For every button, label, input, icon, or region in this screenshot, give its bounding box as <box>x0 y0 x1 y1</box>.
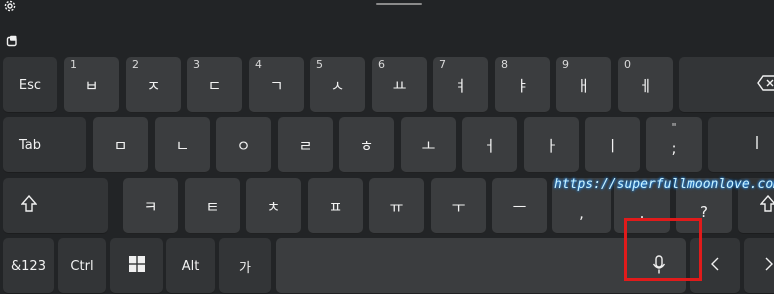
ctrl-key[interactable]: Ctrl <box>58 238 106 294</box>
key-number: 8 <box>501 58 508 71</box>
num-symbol-label: &123 <box>11 258 46 274</box>
key-char: ㅊ <box>266 197 281 216</box>
key-char: ㅗ <box>421 136 436 155</box>
key-char: ㅅ <box>330 76 345 95</box>
key-home-7[interactable]: ㅏ <box>524 117 579 173</box>
key-char: ㄷ <box>207 76 222 95</box>
key-char: ㅇ <box>236 136 251 155</box>
key-0[interactable]: 0ㅔ <box>618 57 673 113</box>
key-char: ㅁ <box>113 136 128 155</box>
key-5[interactable]: 5ㅅ <box>310 57 365 113</box>
key-char: ㅔ <box>638 76 653 95</box>
key-char: ㄱ <box>269 76 284 95</box>
key-char: ㅈ <box>146 76 161 95</box>
key-home-1[interactable]: ㄴ <box>155 117 210 173</box>
backspace-icon <box>757 75 774 95</box>
quote-symbol: " <box>671 121 677 134</box>
key-number: 1 <box>70 58 77 71</box>
keyboard-top-bar <box>0 0 774 52</box>
key-char: ㅌ <box>205 197 220 216</box>
windows-logo-icon <box>128 256 145 276</box>
key-number: 0 <box>624 58 631 71</box>
key-9[interactable]: 9ㅐ <box>556 57 611 113</box>
key-3[interactable]: 3ㄷ <box>187 57 242 113</box>
windows-key[interactable] <box>110 238 163 294</box>
tab-key-label: Tab <box>19 137 42 153</box>
key-number: 9 <box>562 58 569 71</box>
shift-arrow-icon <box>20 194 38 217</box>
key-char: ㅏ <box>544 136 559 155</box>
key-number: 4 <box>255 58 262 71</box>
key-char: ㅠ <box>389 197 404 216</box>
key-2[interactable]: 2ㅈ <box>126 57 181 113</box>
key-home-4[interactable]: ㅎ <box>339 117 394 173</box>
semicolon-key[interactable]: " ; <box>646 117 702 173</box>
enter-key[interactable] <box>708 117 774 173</box>
key-bottom-0[interactable]: ㅋ <box>123 178 178 234</box>
chevron-right-icon <box>764 257 774 275</box>
key-char: ㅍ <box>328 197 343 216</box>
key-8[interactable]: 8ㅑ <box>495 57 550 113</box>
key-home-8[interactable]: ㅣ <box>585 117 640 173</box>
clipboard-icon[interactable] <box>6 32 20 47</box>
language-key[interactable]: 가 <box>219 238 271 294</box>
key-char: ㄹ <box>298 136 313 155</box>
ctrl-key-label: Ctrl <box>70 258 94 274</box>
key-char: ㄴ <box>175 136 190 155</box>
key-char: ㅛ <box>392 76 407 95</box>
key-number: 7 <box>439 58 446 71</box>
gear-icon[interactable] <box>4 0 18 14</box>
key-number: 6 <box>378 58 385 71</box>
key-char: ㅋ <box>143 197 158 216</box>
watermark-url: https://superfullmoonlove.com/ <box>554 177 774 192</box>
esc-key-label: Esc <box>18 77 42 93</box>
key-char: ㅑ <box>515 76 530 95</box>
key-char: ㅂ <box>84 76 99 95</box>
chevron-left-icon <box>710 257 720 275</box>
comma-symbol: , <box>579 204 584 222</box>
key-bottom-5[interactable]: ㅜ <box>431 178 486 234</box>
num-symbol-key[interactable]: &123 <box>3 238 54 294</box>
key-home-3[interactable]: ㄹ <box>278 117 333 173</box>
key-number: 2 <box>132 58 139 71</box>
key-home-6[interactable]: ㅓ <box>462 117 517 173</box>
key-bottom-2[interactable]: ㅊ <box>246 178 301 234</box>
semicolon-symbol: ; <box>671 139 677 157</box>
alt-key-label: Alt <box>181 258 200 274</box>
key-char: ㅎ <box>359 136 374 155</box>
shift-key-left[interactable] <box>3 178 108 234</box>
key-1[interactable]: 1ㅂ <box>64 57 119 113</box>
key-6[interactable]: 6ㅛ <box>372 57 427 113</box>
key-number: 3 <box>193 58 200 71</box>
key-char: ㅓ <box>482 136 497 155</box>
drag-handle[interactable] <box>376 3 422 5</box>
tab-key[interactable]: Tab <box>3 117 86 173</box>
key-char: ㅐ <box>576 76 591 95</box>
key-bottom-4[interactable]: ㅠ <box>369 178 424 234</box>
key-7[interactable]: 7ㅕ <box>433 57 488 113</box>
key-bottom-1[interactable]: ㅌ <box>185 178 240 234</box>
shift-arrow-icon <box>759 194 774 217</box>
key-home-0[interactable]: ㅁ <box>93 117 148 173</box>
key-char: ㅡ <box>512 197 527 216</box>
backspace-key[interactable] <box>679 57 774 113</box>
enter-icon <box>756 135 770 155</box>
key-char: ㅜ <box>451 197 466 216</box>
esc-key[interactable]: Esc <box>3 57 57 113</box>
arrow-right-key[interactable] <box>744 238 774 294</box>
language-key-label: 가 <box>239 260 251 276</box>
key-char: ㅕ <box>453 76 468 95</box>
key-number: 5 <box>316 58 323 71</box>
key-char: ㅣ <box>605 136 620 155</box>
key-4[interactable]: 4ㄱ <box>249 57 304 113</box>
key-bottom-6[interactable]: ㅡ <box>492 178 547 234</box>
key-home-5[interactable]: ㅗ <box>401 117 456 173</box>
key-home-2[interactable]: ㅇ <box>216 117 271 173</box>
microphone-highlight-box <box>624 218 702 281</box>
alt-key[interactable]: Alt <box>166 238 215 294</box>
key-bottom-3[interactable]: ㅍ <box>308 178 363 234</box>
